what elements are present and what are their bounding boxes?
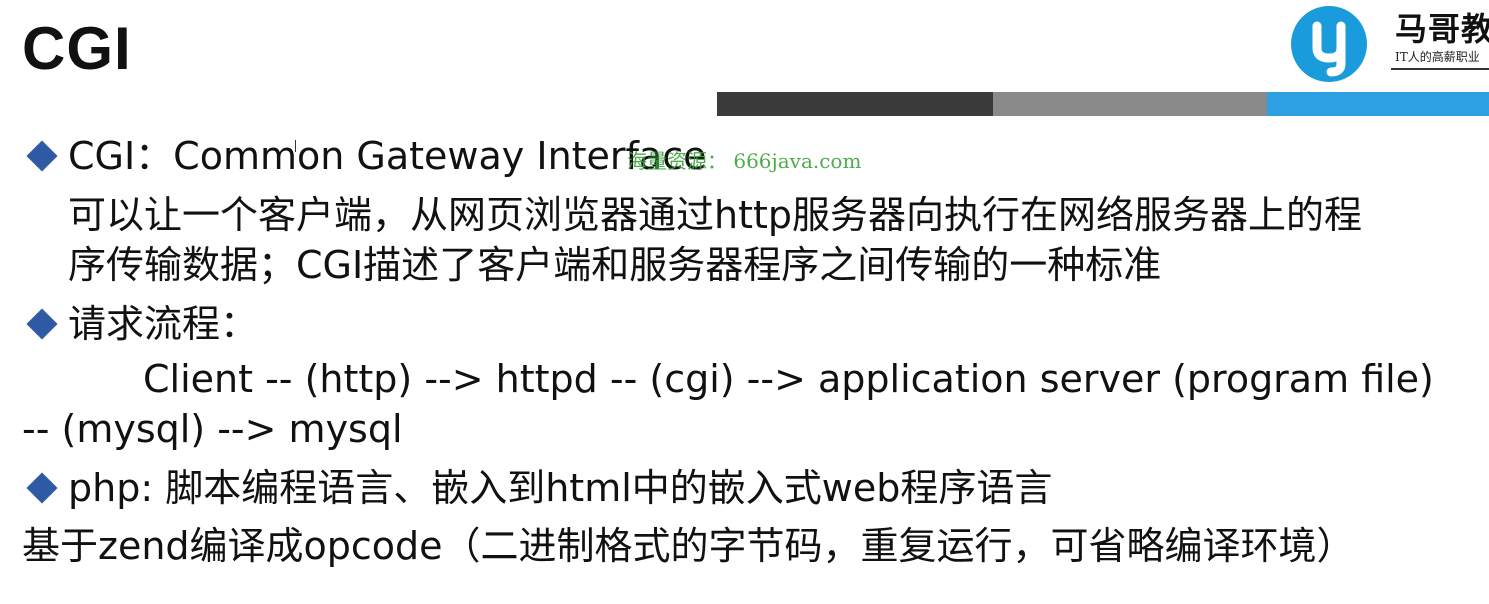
logo-icon	[1291, 6, 1367, 82]
brand-logo: 马哥教 IT人的高薪职业	[1287, 0, 1489, 90]
header-bar-gray	[993, 92, 1267, 116]
zend-description: 基于zend编译成opcode（二进制格式的字节码，重复运行，可省略编译环境）	[22, 524, 1355, 568]
flow-heading: 请求流程：	[68, 302, 259, 346]
cgi-description-line-2: 序传输数据；CGI描述了客户端和服务器程序之间传输的一种标准	[68, 243, 1162, 287]
logo-underline	[1391, 68, 1489, 70]
cgi-description-line-1: 可以让一个客户端，从网页浏览器通过http服务器向执行在网络服务器上的程	[68, 193, 1363, 237]
flow-line-2: -- (mysql) --> mysql	[22, 407, 403, 451]
cgi-definition: CGI：Common Gateway Interface	[68, 134, 707, 178]
bullet-diamond-icon	[26, 308, 58, 340]
logo-slogan: IT人的高薪职业	[1395, 50, 1480, 64]
header-bar-dark	[717, 92, 993, 116]
slide-title: CGI	[22, 15, 132, 82]
text-cursor-icon	[295, 140, 296, 152]
php-description: php: 脚本编程语言、嵌入到html中的嵌入式web程序语言	[68, 466, 1053, 510]
bullet-diamond-icon	[26, 140, 58, 172]
flow-line-1: Client -- (http) --> httpd -- (cgi) --> …	[143, 357, 1434, 401]
bullet-diamond-icon	[26, 472, 58, 504]
watermark: 海量资源： 666java.com	[627, 149, 862, 173]
logo-name: 马哥教	[1395, 10, 1489, 48]
header-bar-blue	[1267, 92, 1489, 116]
